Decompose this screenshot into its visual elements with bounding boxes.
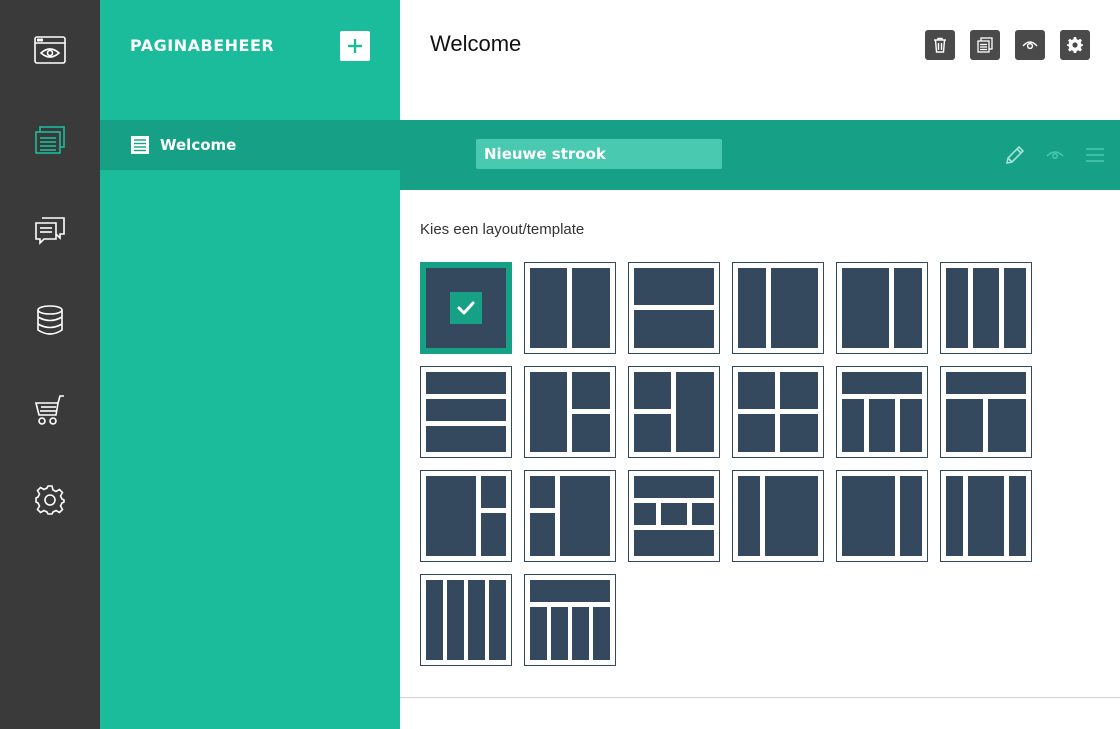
- database-icon: [37, 305, 63, 335]
- layout-template-7[interactable]: [420, 366, 512, 458]
- layout-template-19-preview: [426, 580, 506, 660]
- layout-template-20[interactable]: [524, 574, 616, 666]
- layout-template-12-preview: [946, 372, 1026, 452]
- page-item-label: Welcome: [160, 136, 237, 154]
- settings-button[interactable]: [1060, 30, 1090, 60]
- layout-template-15-preview: [634, 476, 714, 556]
- selected-checkbox: [450, 292, 482, 324]
- layout-template-16[interactable]: [732, 470, 824, 562]
- rail-database[interactable]: [0, 290, 100, 350]
- layout-template-10[interactable]: [732, 366, 824, 458]
- layout-template-3[interactable]: [628, 262, 720, 354]
- layout-label: Kies een layout/template: [420, 221, 585, 238]
- layout-template-19[interactable]: [420, 574, 512, 666]
- divider: [400, 697, 1120, 698]
- layout-template-6-preview: [946, 268, 1026, 348]
- layout-template-4[interactable]: [732, 262, 824, 354]
- delete-button[interactable]: [925, 30, 955, 60]
- layout-template-14-preview: [530, 476, 610, 556]
- menu-icon[interactable]: [1083, 143, 1107, 167]
- plus-icon: [348, 39, 362, 53]
- duplicate-button[interactable]: [970, 30, 1000, 60]
- layout-template-2-preview: [530, 268, 610, 348]
- layout-template-13-preview: [426, 476, 506, 556]
- eye-icon: [1022, 41, 1038, 50]
- rail-shop[interactable]: [0, 380, 100, 440]
- page-icon: [131, 136, 149, 154]
- layout-template-16-preview: [738, 476, 818, 556]
- cart-icon: [34, 395, 64, 425]
- rail-pages[interactable]: [0, 110, 100, 170]
- layout-template-5[interactable]: [836, 262, 928, 354]
- layout-template-13[interactable]: [420, 470, 512, 562]
- rail-settings[interactable]: [0, 470, 100, 530]
- layout-template-8[interactable]: [524, 366, 616, 458]
- layout-template-14[interactable]: [524, 470, 616, 562]
- gear-icon: [1067, 37, 1083, 53]
- eye-icon[interactable]: [1043, 143, 1067, 167]
- layout-template-1[interactable]: [420, 262, 512, 354]
- preview-button[interactable]: [1015, 30, 1045, 60]
- layout-template-9-preview: [634, 372, 714, 452]
- layout-template-4-preview: [738, 268, 818, 348]
- strip-name-input[interactable]: [476, 139, 722, 169]
- layout-template-11-preview: [842, 372, 922, 452]
- pages-icon: [35, 126, 65, 154]
- trash-icon: [934, 37, 946, 53]
- layout-template-12[interactable]: [940, 366, 1032, 458]
- layout-template-17[interactable]: [836, 470, 928, 562]
- layout-template-20-preview: [530, 580, 610, 660]
- layout-template-2[interactable]: [524, 262, 616, 354]
- gear-icon: [35, 485, 65, 515]
- panel-title: PAGINABEHEER: [130, 36, 275, 55]
- add-page-button[interactable]: [340, 31, 370, 61]
- pencil-icon[interactable]: [1003, 143, 1027, 167]
- layout-template-18[interactable]: [940, 470, 1032, 562]
- layout-template-17-preview: [842, 476, 922, 556]
- layout-template-18-preview: [946, 476, 1026, 556]
- layout-template-8-preview: [530, 372, 610, 452]
- layout-template-9[interactable]: [628, 366, 720, 458]
- chat-icon: [35, 217, 65, 245]
- icon-rail: [0, 0, 100, 729]
- layout-template-15[interactable]: [628, 470, 720, 562]
- page-item-welcome[interactable]: Welcome: [100, 120, 400, 170]
- layout-template-10-preview: [738, 372, 818, 452]
- page-manager-panel: PAGINABEHEER Welcome: [100, 0, 400, 729]
- copy-icon: [977, 37, 993, 53]
- layout-template-6[interactable]: [940, 262, 1032, 354]
- browser-eye-icon: [34, 36, 66, 64]
- layout-template-3-preview: [634, 268, 714, 348]
- rail-preview[interactable]: [0, 20, 100, 80]
- page-title: Welcome: [430, 31, 522, 56]
- layout-template-7-preview: [426, 372, 506, 452]
- rail-comments[interactable]: [0, 200, 100, 260]
- layout-template-11[interactable]: [836, 366, 928, 458]
- layout-template-1-preview: [426, 268, 506, 348]
- layout-template-5-preview: [842, 268, 922, 348]
